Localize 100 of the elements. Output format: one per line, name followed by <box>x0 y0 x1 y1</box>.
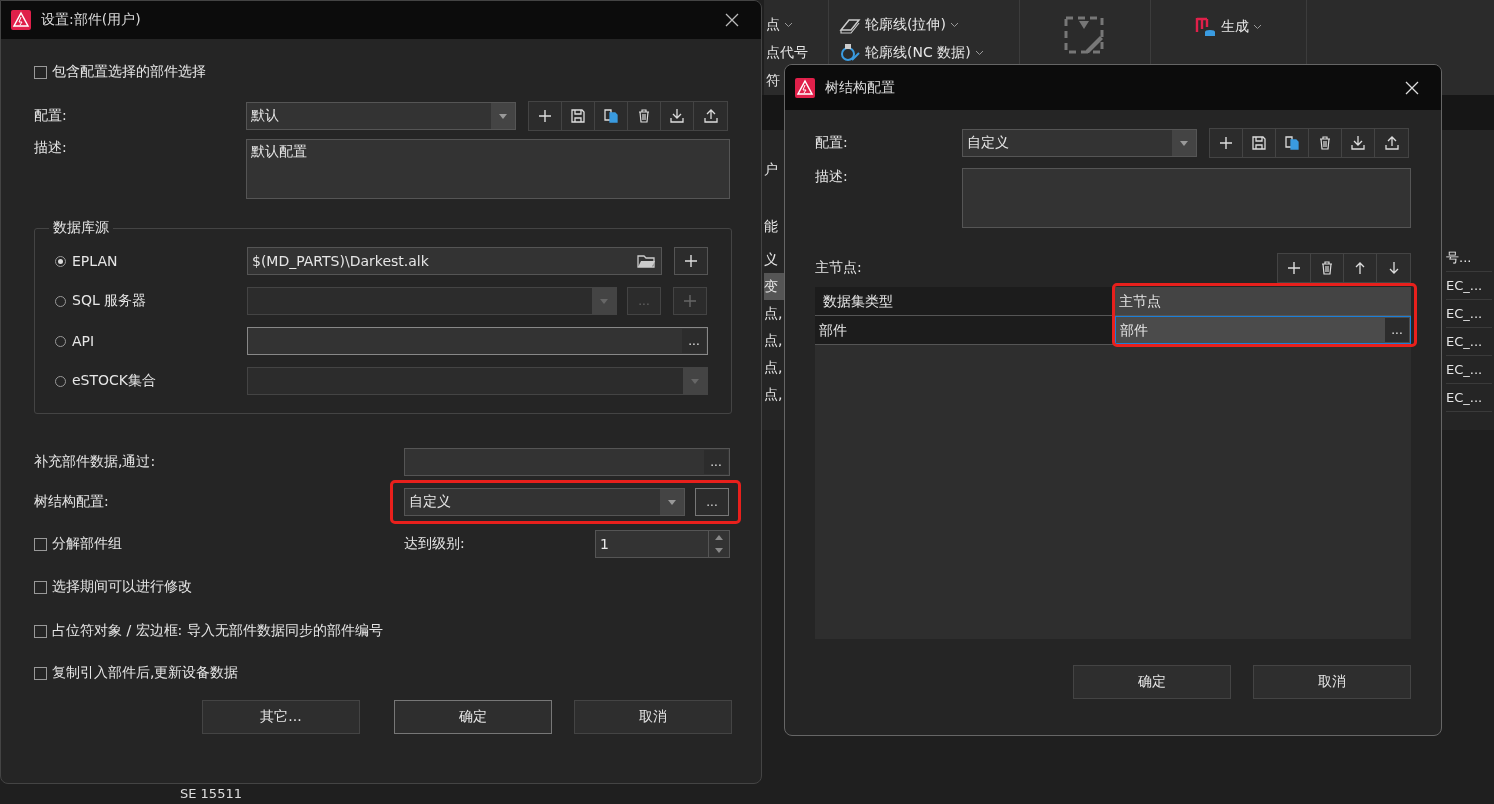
field-label: 配置: <box>815 134 849 152</box>
list-cell[interactable]: 点, <box>764 354 784 381</box>
copy-icon <box>1284 135 1300 151</box>
import-button[interactable] <box>1342 129 1375 157</box>
checkbox-label: 分解部件组 <box>52 535 122 553</box>
list-cell[interactable]: 能 <box>764 213 784 240</box>
config-dropdown[interactable]: 默认 <box>246 102 516 130</box>
api-field[interactable]: ... <box>247 327 708 355</box>
list-cell[interactable]: 户 <box>764 156 784 183</box>
ribbon-label[interactable]: 生成 <box>1221 18 1249 36</box>
checkbox-label: 占位符对象 / 宏边框: 导入无部件数据同步的部件编号 <box>52 622 383 640</box>
dialog-button[interactable]: 其它... <box>202 700 360 734</box>
list-cell[interactable]: 变 <box>764 273 784 300</box>
list-cell[interactable]: 点, <box>764 300 784 327</box>
export-button[interactable] <box>694 102 727 130</box>
save-icon <box>1251 135 1267 151</box>
dropdown-arrow-icon <box>691 378 699 384</box>
download-icon <box>669 108 685 124</box>
ribbon-label[interactable]: 轮廓线(拉伸) <box>865 16 946 34</box>
move-up-button[interactable] <box>1344 254 1377 282</box>
browse-button[interactable]: ... <box>1385 318 1409 342</box>
table-cell: EC_... <box>1446 384 1492 412</box>
list-cell[interactable]: 点, <box>764 327 784 354</box>
list-cell[interactable]: 点, <box>764 381 784 408</box>
field-label: 配置: <box>34 107 68 125</box>
plus-icon <box>684 254 698 268</box>
app-logo-icon <box>11 10 31 30</box>
tree-config-dropdown[interactable]: 自定义 <box>404 488 685 516</box>
dialog-button[interactable]: 取消 <box>574 700 732 734</box>
checkbox[interactable] <box>34 666 47 680</box>
checkbox-label: 选择期间可以进行修改 <box>52 578 192 596</box>
delete-button[interactable] <box>628 102 661 130</box>
copy-button[interactable] <box>1276 129 1309 157</box>
delete-button[interactable] <box>1311 254 1344 282</box>
ribbon-label[interactable]: 点 <box>766 16 780 34</box>
field-label: 树结构配置: <box>34 493 110 511</box>
dialog-button[interactable]: 确定 <box>394 700 552 734</box>
folder-icon[interactable] <box>637 254 655 268</box>
browse-button[interactable]: ... <box>695 488 729 516</box>
supplement-field[interactable]: ... <box>404 448 730 476</box>
field-label: 达到级别: <box>404 535 466 553</box>
checkbox-label: 包含配置选择的部件选择 <box>52 63 206 81</box>
table-cell: EC_... <box>1446 272 1492 300</box>
checkbox[interactable] <box>34 65 47 79</box>
trash-icon <box>1319 260 1335 276</box>
ribbon-label[interactable]: 轮廓线(NC 数据) <box>865 44 971 62</box>
delete-button[interactable] <box>1309 129 1342 157</box>
copy-icon <box>603 108 619 124</box>
table-cell: EC_... <box>1446 328 1492 356</box>
close-icon[interactable] <box>725 13 739 27</box>
dropdown-arrow-icon <box>1180 140 1188 146</box>
path-field[interactable]: $(MD_PARTS)\Darkest.alk <box>247 247 662 275</box>
checkbox-label: 复制引入部件后,更新设备数据 <box>52 664 239 682</box>
table-cell: 数据集类型 <box>815 287 1115 315</box>
description-field[interactable]: 默认配置 <box>246 139 730 199</box>
field-label: 描述: <box>34 139 68 157</box>
browse-button[interactable]: ... <box>704 450 728 474</box>
checkbox[interactable] <box>34 537 47 551</box>
window-title: 设置:部件(用户) <box>41 11 142 29</box>
close-icon[interactable] <box>1405 80 1419 95</box>
checkbox[interactable] <box>34 580 47 594</box>
placeholder-pencil-icon[interactable] <box>1064 16 1106 56</box>
spin-up-icon[interactable] <box>715 535 723 540</box>
table-cell[interactable]: 主节点 <box>1115 287 1411 315</box>
add-button[interactable] <box>1278 254 1311 282</box>
level-spinner[interactable]: 1 <box>595 530 730 558</box>
radio-label: SQL 服务器 <box>72 292 147 310</box>
dialog-button[interactable]: 取消 <box>1253 665 1411 699</box>
spin-down-icon[interactable] <box>715 548 723 553</box>
config-dropdown[interactable]: 自定义 <box>962 129 1197 157</box>
table-cell: 部件 <box>815 316 1115 344</box>
table-cell[interactable]: 部件 ... <box>1115 316 1411 344</box>
ribbon-label[interactable]: 符 <box>766 72 780 90</box>
download-icon <box>1350 135 1366 151</box>
plus-icon <box>683 294 697 308</box>
trash-icon <box>1317 135 1333 151</box>
table-cell: 号... <box>1446 244 1492 272</box>
import-button[interactable] <box>661 102 694 130</box>
profile-icon <box>839 16 861 34</box>
dropdown-arrow-icon <box>499 113 507 119</box>
list-cell[interactable]: 义 <box>764 246 784 273</box>
copy-button[interactable] <box>595 102 628 130</box>
save-button[interactable] <box>562 102 595 130</box>
radio-label: EPLAN <box>72 253 118 269</box>
export-button[interactable] <box>1375 129 1408 157</box>
field-label: 补充部件数据,通过: <box>34 453 157 471</box>
add-button[interactable] <box>674 247 708 275</box>
save-button[interactable] <box>1243 129 1276 157</box>
add-button[interactable] <box>1210 129 1243 157</box>
plus-icon <box>1218 135 1234 151</box>
tree-item[interactable]: SE 15511 <box>180 786 242 801</box>
move-down-button[interactable] <box>1377 254 1410 282</box>
checkbox[interactable] <box>34 624 47 638</box>
ribbon-label[interactable]: 点代号 <box>766 44 808 62</box>
nc-tool-icon <box>839 43 861 63</box>
add-button[interactable] <box>529 102 562 130</box>
browse-button[interactable]: ... <box>682 329 706 353</box>
description-field[interactable] <box>961 168 1411 228</box>
plus-icon <box>537 108 553 124</box>
dialog-button[interactable]: 确定 <box>1073 665 1231 699</box>
